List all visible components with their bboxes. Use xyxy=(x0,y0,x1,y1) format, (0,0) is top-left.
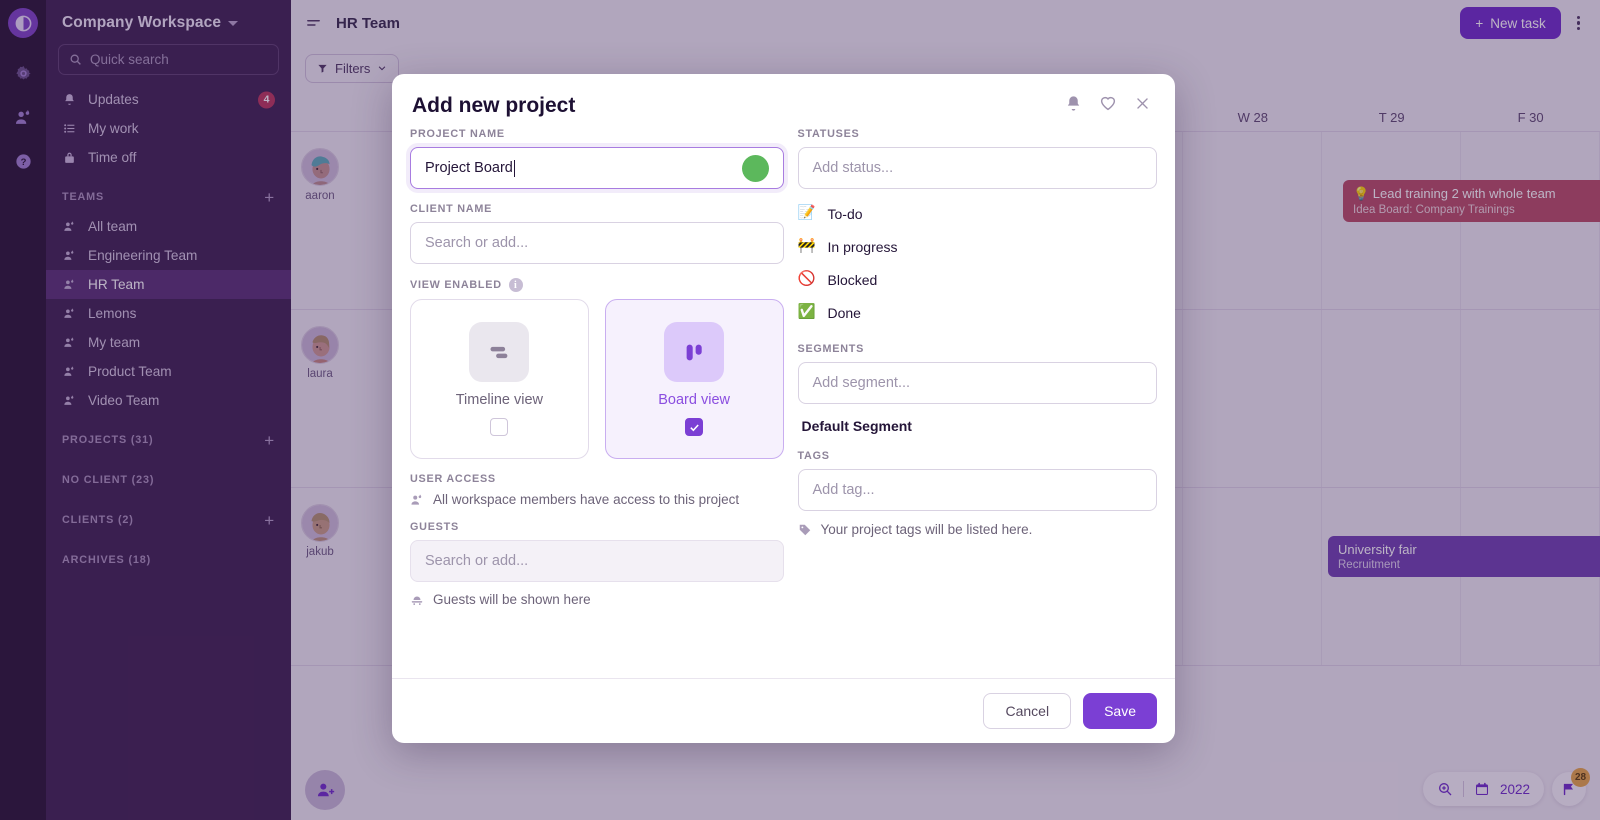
tags-hint: Your project tags will be listed here. xyxy=(798,522,1158,537)
segment-list: Default Segment xyxy=(798,412,1158,436)
guest-icon xyxy=(410,593,424,607)
guests-placeholder: Search or add... xyxy=(425,553,528,569)
guests-group: GUESTS Search or add... Guests will be s… xyxy=(410,521,784,607)
cancel-button[interactable]: Cancel xyxy=(983,693,1071,729)
app-root: ? Company Workspace Quick search Updates… xyxy=(0,0,1600,820)
info-icon[interactable]: i xyxy=(509,278,523,292)
client-name-placeholder: Search or add... xyxy=(425,235,528,251)
status-emoji: 🚧 xyxy=(798,239,815,254)
project-name-group: PROJECT NAME Project Board xyxy=(410,128,784,189)
tags-label: TAGS xyxy=(798,450,1158,462)
guests-input[interactable]: Search or add... xyxy=(410,540,784,582)
segments-group: SEGMENTS Add segment... Default Segment xyxy=(798,343,1158,436)
user-access-label: USER ACCESS xyxy=(410,473,784,485)
status-item[interactable]: 🚫 Blocked xyxy=(798,263,1158,296)
add-status-placeholder: Add status... xyxy=(813,160,894,176)
add-tag-placeholder: Add tag... xyxy=(813,482,875,498)
view-card-board[interactable]: Board view xyxy=(605,299,784,459)
board-view-icon xyxy=(664,322,724,382)
modal-header-icons xyxy=(1065,94,1151,117)
client-name-input[interactable]: Search or add... xyxy=(410,222,784,264)
timeline-view-icon xyxy=(469,322,529,382)
project-name-value: Project Board xyxy=(425,160,513,176)
tags-group: TAGS Add tag... Your project tags will b… xyxy=(798,450,1158,537)
status-label: Done xyxy=(828,305,861,321)
statuses-label: STATUSES xyxy=(798,128,1158,140)
project-name-label: PROJECT NAME xyxy=(410,128,784,140)
tag-icon xyxy=(798,523,812,537)
text-caret xyxy=(514,160,515,177)
guests-label: GUESTS xyxy=(410,521,784,533)
modal-left-column: PROJECT NAME Project Board CLIENT NAME S… xyxy=(410,128,784,678)
status-emoji: 🚫 xyxy=(798,272,815,287)
bell-icon[interactable] xyxy=(1065,95,1082,117)
status-item[interactable]: ✅ Done xyxy=(798,296,1158,329)
status-label: Blocked xyxy=(828,272,878,288)
project-name-input[interactable]: Project Board xyxy=(410,147,784,189)
modal-header: Add new project xyxy=(392,74,1175,118)
add-tag-input[interactable]: Add tag... xyxy=(798,469,1158,511)
statuses-group: STATUSES Add status... 📝 To-do 🚧 In progres… xyxy=(798,128,1158,329)
user-access-hint: All workspace members have access to thi… xyxy=(410,492,784,507)
guests-hint-text: Guests will be shown here xyxy=(433,592,591,607)
status-label: In progress xyxy=(828,239,898,255)
add-status-input[interactable]: Add status... xyxy=(798,147,1158,189)
add-project-modal: Add new project PROJECT NAME Pro xyxy=(392,74,1175,743)
client-name-label: CLIENT NAME xyxy=(410,203,784,215)
view-card-label: Timeline view xyxy=(456,392,543,408)
board-view-checkbox[interactable] xyxy=(685,418,703,436)
timeline-view-checkbox[interactable] xyxy=(490,418,508,436)
close-icon[interactable] xyxy=(1134,95,1151,117)
modal-right-column: STATUSES Add status... 📝 To-do 🚧 In progres… xyxy=(798,128,1158,678)
tags-hint-text: Your project tags will be listed here. xyxy=(821,522,1033,537)
modal-footer: Cancel Save xyxy=(392,678,1175,743)
check-icon xyxy=(689,422,700,433)
people-icon xyxy=(410,493,424,507)
status-label: To-do xyxy=(828,206,863,222)
view-cards: Timeline view Board view xyxy=(410,299,784,459)
status-item[interactable]: 📝 To-do xyxy=(798,197,1158,230)
modal-title: Add new project xyxy=(410,94,575,118)
status-emoji: 📝 xyxy=(798,206,815,221)
save-button[interactable]: Save xyxy=(1083,693,1157,729)
view-enabled-group: VIEW ENABLED i Timeline view xyxy=(410,278,784,459)
status-emoji: ✅ xyxy=(798,305,815,320)
heart-icon[interactable] xyxy=(1099,94,1117,117)
segments-label: SEGMENTS xyxy=(798,343,1158,355)
status-list: 📝 To-do 🚧 In progress 🚫 Blocked ✅ Done xyxy=(798,197,1158,329)
segment-item[interactable]: Default Segment xyxy=(798,412,1158,436)
view-enabled-label: VIEW ENABLED i xyxy=(410,278,784,292)
view-enabled-text: VIEW ENABLED xyxy=(410,279,502,291)
user-access-group: USER ACCESS All workspace members have a… xyxy=(410,473,784,507)
guests-hint: Guests will be shown here xyxy=(410,592,784,607)
project-color-swatch[interactable] xyxy=(742,155,769,182)
modal-body: PROJECT NAME Project Board CLIENT NAME S… xyxy=(392,118,1175,678)
status-item[interactable]: 🚧 In progress xyxy=(798,230,1158,263)
view-card-label: Board view xyxy=(658,392,730,408)
view-card-timeline[interactable]: Timeline view xyxy=(410,299,589,459)
add-segment-input[interactable]: Add segment... xyxy=(798,362,1158,404)
client-name-group: CLIENT NAME Search or add... xyxy=(410,203,784,264)
user-access-text: All workspace members have access to thi… xyxy=(433,492,739,507)
add-segment-placeholder: Add segment... xyxy=(813,375,911,391)
